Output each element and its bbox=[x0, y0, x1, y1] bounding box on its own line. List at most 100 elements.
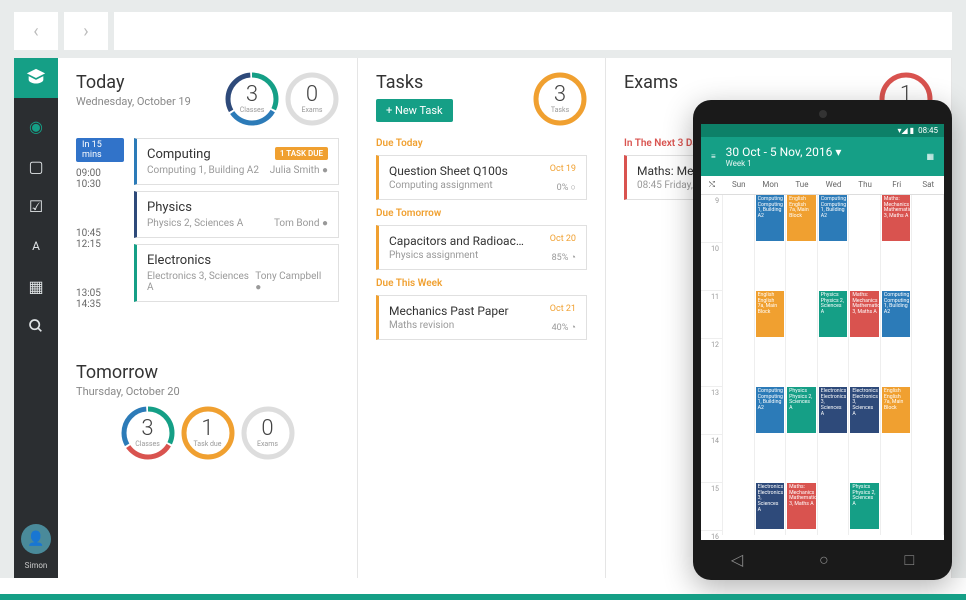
class-time: 10:4512:15 bbox=[76, 228, 112, 250]
task-date: Oct 19 bbox=[550, 164, 576, 174]
task-title: Question Sheet Q100s bbox=[389, 164, 576, 178]
tablet-event[interactable]: Maths: Mechanics Mathematics 3, Maths A bbox=[882, 195, 911, 241]
task-card[interactable]: Question Sheet Q100s Computing assignmen… bbox=[376, 155, 587, 200]
tasks-icon[interactable]: ☑ bbox=[24, 194, 48, 218]
android-back-icon[interactable]: ◁ bbox=[731, 550, 743, 570]
back-button[interactable]: ‹ bbox=[14, 12, 58, 50]
task-date: Oct 21 bbox=[550, 304, 576, 314]
tablet-event[interactable]: Physics Physics 2, Sciences A bbox=[787, 387, 816, 433]
exams-title: Exams bbox=[624, 72, 678, 93]
task-group-label: Due This Week bbox=[376, 278, 587, 289]
stat-ring: 1Task due bbox=[181, 406, 235, 460]
dashboard-icon[interactable]: ◉ bbox=[24, 114, 48, 138]
task-progress: 0% ○ bbox=[557, 182, 576, 193]
task-title: Capacitors and Radioactive De bbox=[389, 234, 576, 248]
tablet-hour-label: 15 bbox=[701, 483, 722, 531]
today-column: Today Wednesday, October 19 3Classes0Exa… bbox=[58, 58, 358, 578]
tablet-event[interactable]: Electronics Electronics 3, Sciences A bbox=[850, 387, 879, 433]
task-subtitle: Maths revision bbox=[389, 320, 576, 331]
class-room: Computing 1, Building A2 bbox=[147, 165, 259, 176]
class-time: 09:0010:30 bbox=[76, 168, 112, 190]
class-name: Electronics bbox=[147, 253, 328, 268]
today-date: Wednesday, October 19 bbox=[76, 95, 191, 108]
task-title: Mechanics Past Paper bbox=[389, 304, 576, 318]
task-card[interactable]: Mechanics Past Paper Maths revision Oct … bbox=[376, 295, 587, 340]
class-card[interactable]: Physics Physics 2, Sciences ATom Bond ● bbox=[134, 191, 339, 238]
forward-button[interactable]: › bbox=[64, 12, 108, 50]
tablet-nav-bar: ◁ ○ □ bbox=[693, 550, 952, 570]
android-recents-icon[interactable]: □ bbox=[904, 550, 914, 570]
tablet-event[interactable]: Computing Computing 1, Building A2 bbox=[819, 195, 848, 241]
calendar-icon[interactable]: ▢ bbox=[24, 154, 48, 178]
class-teacher: Julia Smith ● bbox=[270, 165, 328, 176]
tomorrow-title: Tomorrow bbox=[76, 362, 339, 383]
class-name: Physics bbox=[147, 200, 328, 215]
tablet-hour-label: 9 bbox=[701, 195, 722, 243]
tablet-event[interactable]: English English 7a, Main Block bbox=[882, 387, 911, 433]
stat-ring: 0Exams bbox=[285, 72, 339, 126]
tablet-day-header: Sun bbox=[723, 176, 755, 194]
today-title: Today bbox=[76, 72, 191, 93]
class-card[interactable]: Electronics Electronics 3, Sciences ATon… bbox=[134, 244, 339, 302]
tasks-column: Tasks + New Task 3Tasks Due Today Questi… bbox=[358, 58, 606, 578]
class-card[interactable]: 1 TASK DUE Computing Computing 1, Buildi… bbox=[134, 138, 339, 185]
tablet-header: ≡ 30 Oct - 5 Nov, 2016 ▾ Week 1 ▦ bbox=[701, 137, 944, 176]
task-group-label: Due Today bbox=[376, 138, 587, 149]
tablet-filter-icon[interactable]: ⤭ bbox=[701, 176, 723, 194]
tablet-week-title[interactable]: 30 Oct - 5 Nov, 2016 bbox=[726, 145, 833, 159]
stat-ring: 3Classes bbox=[121, 406, 175, 460]
task-progress: 40% ◔ bbox=[552, 322, 576, 333]
countdown-pill: In 15 mins bbox=[76, 138, 124, 162]
stat-ring: 3Classes bbox=[225, 72, 279, 126]
task-subtitle: Physics assignment bbox=[389, 250, 576, 261]
tablet-event[interactable]: Electronics Electronics 3, Sciences A bbox=[756, 483, 785, 529]
calendar-picker-icon[interactable]: ▦ bbox=[926, 152, 934, 161]
tasks-title: Tasks bbox=[376, 72, 453, 93]
tablet-device: ▾◢ ▮08:45 ≡ 30 Oct - 5 Nov, 2016 ▾ Week … bbox=[693, 100, 952, 580]
avatar[interactable]: 👤 bbox=[21, 524, 51, 554]
url-bar[interactable] bbox=[114, 12, 952, 50]
tablet-event[interactable]: Maths: Mechanics Mathematics 3, Maths A bbox=[787, 483, 816, 529]
tablet-status-bar: ▾◢ ▮08:45 bbox=[701, 124, 944, 137]
tablet-hour-label: 14 bbox=[701, 435, 722, 483]
tablet-event[interactable]: Electronics Electronics 3, Sciences A bbox=[819, 387, 848, 433]
tablet-event[interactable]: Computing Computing 1, Building A2 bbox=[882, 291, 911, 337]
sidebar: ◉ ▢ ☑ A ▦ 👤 Simon bbox=[14, 58, 58, 578]
tablet-camera bbox=[819, 110, 827, 118]
exams-icon[interactable]: A bbox=[24, 234, 48, 258]
android-home-icon[interactable]: ○ bbox=[819, 550, 829, 570]
search-icon[interactable] bbox=[24, 314, 48, 338]
tablet-event[interactable]: Physics Physics 2, Sciences A bbox=[850, 483, 879, 529]
avatar-name: Simon bbox=[25, 561, 48, 570]
new-task-button[interactable]: + New Task bbox=[376, 99, 453, 122]
tomorrow-date: Thursday, October 20 bbox=[76, 385, 339, 398]
class-time: 13:0514:35 bbox=[76, 288, 112, 310]
tablet-day-header: Wed bbox=[818, 176, 850, 194]
tablet-day-header: Mon bbox=[755, 176, 787, 194]
hamburger-icon[interactable]: ≡ bbox=[711, 152, 716, 161]
tablet-event[interactable]: Computing Computing 1, Building A2 bbox=[756, 387, 785, 433]
tablet-day-header: Thu bbox=[849, 176, 881, 194]
task-subtitle: Computing assignment bbox=[389, 180, 576, 191]
class-teacher: Tony Campbell ● bbox=[255, 271, 328, 293]
tablet-day-header: Fri bbox=[881, 176, 913, 194]
tablet-hour-label: 10 bbox=[701, 243, 722, 291]
tablet-event[interactable]: Physics Physics 2, Sciences A bbox=[819, 291, 848, 337]
class-teacher: Tom Bond ● bbox=[274, 218, 328, 229]
task-card[interactable]: Capacitors and Radioactive De Physics as… bbox=[376, 225, 587, 270]
tablet-event[interactable]: Maths: Mechanics Mathematics 3, Maths A bbox=[850, 291, 879, 337]
stat-ring: 0Exams bbox=[241, 406, 295, 460]
tablet-event[interactable]: English English 7a, Main Block bbox=[756, 291, 785, 337]
tablet-week-label: Week 1 bbox=[726, 159, 842, 168]
tablet-day-header: Tue bbox=[786, 176, 818, 194]
tablet-hour-label: 13 bbox=[701, 387, 722, 435]
schedule-icon[interactable]: ▦ bbox=[24, 274, 48, 298]
tablet-event[interactable]: Computing Computing 1, Building A2 bbox=[756, 195, 785, 241]
tablet-hour-label: 12 bbox=[701, 339, 722, 387]
tablet-hour-label: 16 bbox=[701, 531, 722, 540]
app-logo[interactable] bbox=[14, 58, 58, 98]
tablet-event[interactable]: English English 7a, Main Block bbox=[787, 195, 816, 241]
task-group-label: Due Tomorrow bbox=[376, 208, 587, 219]
task-date: Oct 20 bbox=[550, 234, 576, 244]
tablet-day-header: Sat bbox=[912, 176, 944, 194]
